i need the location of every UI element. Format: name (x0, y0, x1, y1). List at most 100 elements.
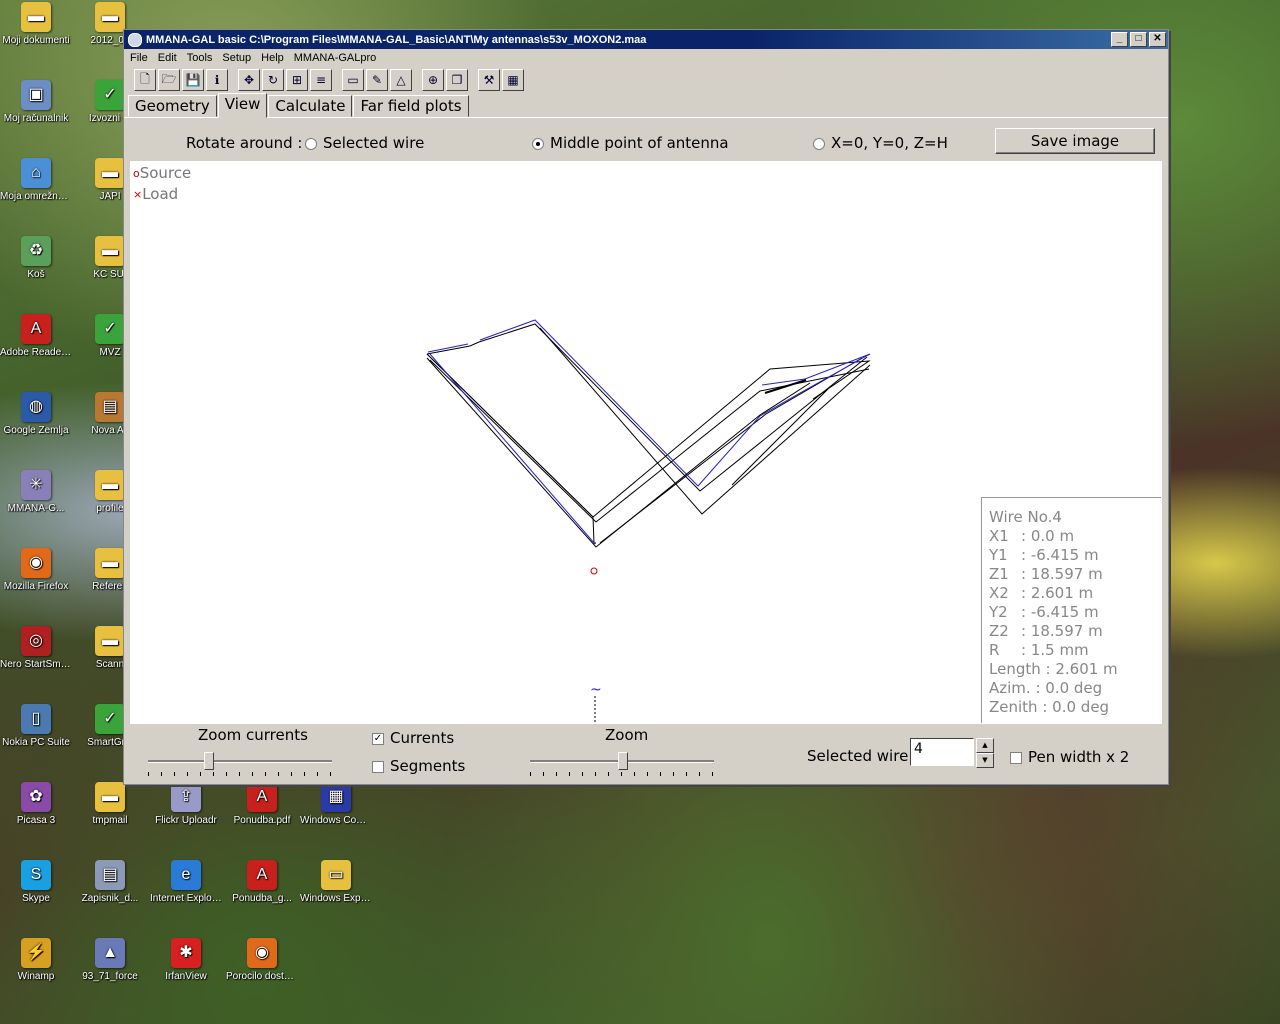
desktop-icon[interactable]: A Ponudba_g... (226, 860, 298, 905)
selected-wire-input[interactable]: 4 (910, 738, 974, 766)
close-button[interactable]: ✕ (1149, 32, 1166, 47)
desktop-icon[interactable]: ◉ Porocilo dostopov_z... (226, 938, 298, 983)
folder-icon: ▬ (95, 470, 125, 500)
antenna-wire (426, 323, 868, 492)
desktop-icon[interactable]: ▯ Nokia PC Suite (0, 704, 72, 749)
wire-info-key: Z1 (989, 565, 1009, 583)
menu-help[interactable]: Help (261, 52, 284, 64)
slider-thumb[interactable] (204, 752, 215, 770)
eraser-icon[interactable]: ✎ (366, 69, 388, 91)
desktop-icon-label: Windows Commander (300, 815, 372, 826)
firefox-icon: ◉ (21, 548, 51, 578)
segments-checkbox[interactable]: Segments (372, 757, 465, 775)
desktop-icon[interactable]: ▤ Zapisnik_d... (74, 860, 146, 905)
wire-info-value: : 0.0 deg (1037, 698, 1110, 716)
recycle-icon: ♻ (21, 236, 51, 266)
desktop-icon[interactable]: ▭ Windows Explorer (300, 860, 372, 905)
triangle-icon[interactable]: △ (390, 69, 412, 91)
wire-info-value: : 2.601 m (1040, 660, 1118, 678)
desktop-icon[interactable]: ♻ Koš (0, 236, 72, 281)
desktop-icon[interactable]: ⚡ Winamp (0, 938, 72, 983)
copy-icon[interactable]: ❐ (446, 69, 468, 91)
rotate-option-origin[interactable]: X=0, Y=0, Z=H (813, 134, 948, 152)
menu-setup[interactable]: Setup (222, 52, 251, 64)
image-icon: ▲ (95, 938, 125, 968)
desktop-icon[interactable]: ◉ Mozilla Firefox (0, 548, 72, 593)
antenna-view-canvas[interactable]: oSource ×Load ~ Wire No.4 X1: 0.0 m Y1 … (130, 161, 1162, 724)
desktop-icon[interactable]: ⇪ Flickr Uploadr (150, 782, 222, 827)
desktop-icon[interactable]: ✿ Picasa 3 (0, 782, 72, 827)
info-icon[interactable]: ℹ (206, 69, 228, 91)
tools-icon[interactable]: ⚒ (478, 69, 500, 91)
spin-down-button[interactable]: ▼ (976, 753, 994, 768)
wire-info-value: : -6.415 m (1021, 546, 1099, 564)
currents-label: Currents (390, 729, 455, 747)
currents-check-box[interactable]: ✓ (372, 732, 384, 745)
desktop-icon[interactable]: ✱ IrfanView (150, 938, 222, 983)
radio-selected-wire[interactable] (305, 137, 317, 150)
maximize-button[interactable]: □ (1130, 32, 1147, 47)
rotate-option-selected-wire[interactable]: Selected wire (305, 134, 424, 152)
ground-mark: ~ (590, 682, 602, 698)
menu-file[interactable]: File (130, 52, 148, 64)
desktop-icon[interactable]: ▬ tmpmail (74, 782, 146, 827)
rotate-icon[interactable]: ↻ (262, 69, 284, 91)
tab-calculate[interactable]: Calculate (268, 95, 353, 117)
open-folder-icon[interactable]: 🗁 (158, 69, 180, 91)
desktop-icon[interactable]: S Skype (0, 860, 72, 905)
menu-tools[interactable]: Tools (187, 52, 213, 64)
pen-width-checkbox[interactable]: Pen width x 2 (1010, 748, 1129, 766)
calculator-icon[interactable]: ▦ (502, 69, 524, 91)
move-icon[interactable]: ✥ (238, 69, 260, 91)
desktop-icon-label: Koš (27, 269, 45, 280)
zoom-slider[interactable] (530, 750, 714, 780)
zoom-icon[interactable]: ⊞ (286, 69, 308, 91)
desktop-icon-label: Google Zemlja (3, 425, 69, 436)
save-disk-icon[interactable]: 💾 (182, 69, 204, 91)
title-bar[interactable]: MMANA-GAL basic C:\Program Files\MMANA-G… (124, 30, 1168, 49)
zoom-currents-slider[interactable] (148, 750, 332, 780)
tab-geometry[interactable]: Geometry (128, 95, 217, 117)
save-image-button[interactable]: Save image (995, 128, 1155, 154)
minimize-button[interactable]: _ (1111, 32, 1128, 47)
tab-view[interactable]: View (217, 93, 268, 118)
desktop-icon[interactable]: e Internet Explorer (150, 860, 222, 905)
desktop-icon[interactable]: ▬ Moji dokumenti (0, 2, 72, 47)
desktop-icon[interactable]: ◎ Nero StartSmart (0, 626, 72, 671)
desktop-icon[interactable]: ✳ MMANA-G... (0, 470, 72, 515)
radio-origin[interactable] (813, 137, 825, 150)
radio-middle-point[interactable] (532, 137, 544, 150)
winamp-icon: ⚡ (21, 938, 51, 968)
desktop-icon[interactable]: ◍ Google Zemlja (0, 392, 72, 437)
menu-edit[interactable]: Edit (158, 52, 177, 64)
menu-mmana-galpro[interactable]: MMANA-GALpro (294, 52, 377, 64)
wire-info-row: R: 1.5 mm (989, 641, 1161, 660)
pdf-icon: A (247, 860, 277, 890)
wire-info-value: : 0.0 deg (1030, 679, 1103, 697)
slider-thumb[interactable] (618, 752, 628, 770)
desktop-icon[interactable]: A Ponudba.pdf (226, 782, 298, 827)
desktop-icon[interactable]: ▲ 93_71_force (74, 938, 146, 983)
pdf-icon: A (247, 782, 277, 812)
desktop-icon[interactable]: ▦ Windows Commander (300, 782, 372, 827)
pen-width-check-box[interactable] (1010, 751, 1022, 764)
segments-check-box[interactable] (372, 760, 384, 773)
source-point (590, 567, 598, 575)
desktop-icon[interactable]: ▣ Moj računalnik (0, 80, 72, 125)
slider-track (148, 760, 332, 763)
tab-far-field-plots[interactable]: Far field plots (353, 95, 469, 117)
spin-up-button[interactable]: ▲ (976, 738, 994, 753)
currents-checkbox[interactable]: ✓ Currents (372, 729, 454, 747)
wire-info-key: Length (989, 660, 1041, 678)
new-file-icon[interactable]: 🗋 (134, 69, 156, 91)
doc-icon[interactable]: ▭ (342, 69, 364, 91)
zoom-label: Zoom (605, 726, 649, 744)
desktop-icon[interactable]: ⌂ Moja omrežna mesta (0, 158, 72, 203)
rotate-option-middle-point[interactable]: Middle point of antenna (532, 134, 729, 152)
desktop-icon-label: Adobe Reader XI (0, 347, 72, 358)
target-icon[interactable]: ⊕ (422, 69, 444, 91)
wire-info-row: Zenith : 0.0 deg (989, 698, 1161, 717)
wire-edit-icon[interactable]: ≡ (310, 69, 332, 91)
nero-icon: ◎ (21, 626, 51, 656)
desktop-icon[interactable]: A Adobe Reader XI (0, 314, 72, 359)
